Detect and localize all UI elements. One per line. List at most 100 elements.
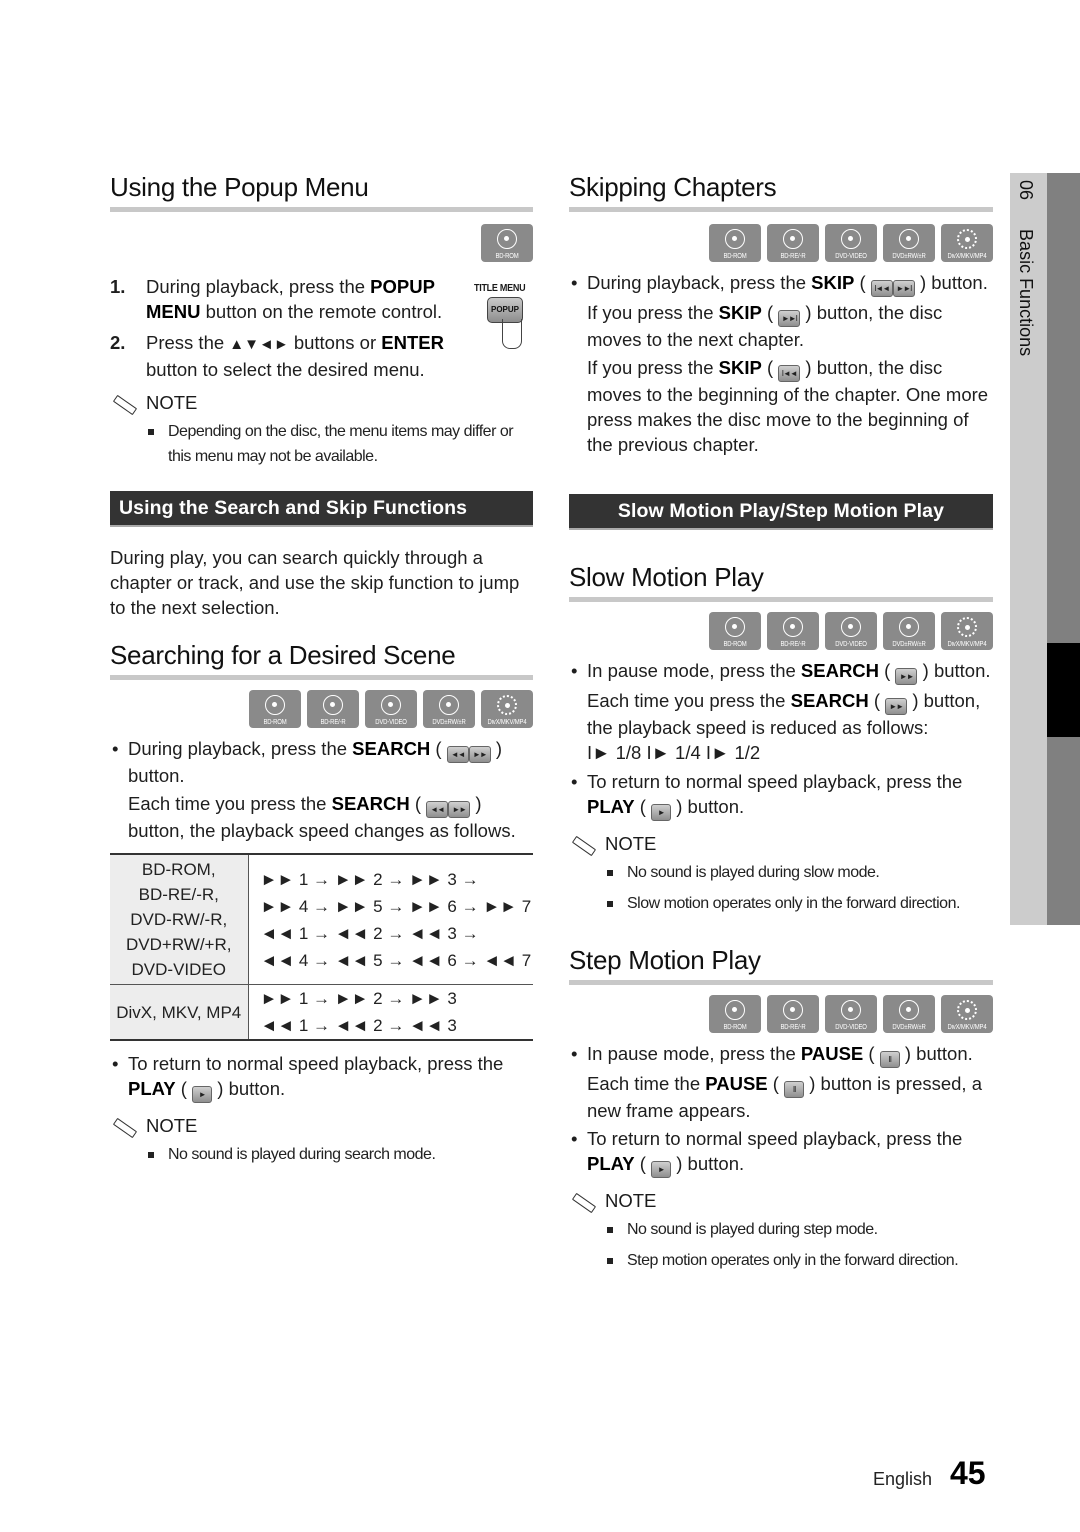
disc-badge-dvd-video: DVD-VIDEO <box>365 690 417 728</box>
disc-badge-dvd-rw: DVD±RW/±R <box>883 224 935 262</box>
step-disc-badges: BD-ROM BD-RE/-R DVD-VIDEO DVD±RW/±R DivX… <box>569 995 993 1033</box>
slow-step-section-bar: Slow Motion Play/Step Motion Play <box>569 494 993 530</box>
skip-prev-key-icon: I◄◄ <box>870 280 893 297</box>
disc-badge-divx: DivX/MKV/MP4 <box>941 612 993 650</box>
disc-badge-bd-re: BD-RE/-R <box>767 995 819 1033</box>
heading-rule <box>110 675 533 680</box>
disc-icon <box>725 1000 745 1020</box>
chapter-title: Basic Functions <box>1016 229 1036 357</box>
disc-badge-dvd-video: DVD-VIDEO <box>825 995 877 1033</box>
disc-badge-bd-rom: BD-ROM <box>249 690 301 728</box>
step-1: 1. During playback, press the POPUP MENU… <box>110 276 443 322</box>
disc-badge-dvd-rw: DVD±RW/±R <box>423 690 475 728</box>
disc-icon <box>841 229 861 249</box>
fast-forward-key-icon: ►► <box>895 668 918 685</box>
slow-para-2: Each time you press the SEARCH ( ►► ) bu… <box>569 688 993 765</box>
pencil-note-icon <box>569 835 595 853</box>
disc-badge-bd-rom: BD-ROM <box>709 995 761 1033</box>
note-heading: NOTE <box>110 1113 533 1138</box>
popup-button-icon: POPUP <box>487 297 523 323</box>
note-item: No sound is played during search mode. <box>110 1142 533 1167</box>
disc-icon <box>783 1000 803 1020</box>
disc-icon <box>783 229 803 249</box>
disc-icon <box>899 229 919 249</box>
popup-remote-figure: TITLE MENU POPUP <box>474 283 536 349</box>
fast-forward-key-icon: ►► <box>448 801 471 818</box>
pencil-note-icon <box>110 394 136 412</box>
popup-steps: 1. During playback, press the POPUP MENU… <box>110 274 460 382</box>
disc-badge-bd-re: BD-RE/-R <box>767 612 819 650</box>
search-scene-heading: Searching for a Desired Scene <box>110 640 456 670</box>
heading-rule <box>569 207 993 212</box>
fast-forward-key-icon: ►► <box>885 698 908 715</box>
note-item: Step motion operates only in the forward… <box>569 1248 993 1273</box>
play-key-icon: ► <box>192 1086 213 1103</box>
popup-disc-badges: BD-ROM <box>110 224 533 262</box>
step-return-bullet: To return to normal speed playback, pres… <box>569 1126 993 1178</box>
skip-para-next: If you press the SKIP ( ►►I ) button, th… <box>587 302 943 350</box>
slow-motion-heading: Slow Motion Play <box>569 562 764 592</box>
disc-badge-bd-rom: BD-ROM <box>481 224 533 262</box>
chapter-tab-marker <box>1047 643 1080 737</box>
step-para-2: Each time the PAUSE ( II ) button is pre… <box>587 1073 983 1121</box>
slow-disc-badges: BD-ROM BD-RE/-R DVD-VIDEO DVD±RW/±R DivX… <box>569 612 993 650</box>
disc-badge-dvd-rw: DVD±RW/±R <box>883 612 935 650</box>
disc-icon <box>381 695 401 715</box>
skip-prev-key-icon: I◄◄ <box>778 365 801 382</box>
disc-badge-divx: DivX/MKV/MP4 <box>941 224 993 262</box>
hand-pointer-icon <box>502 319 522 349</box>
disc-icon <box>725 617 745 637</box>
page-number: 45 <box>950 1455 986 1491</box>
format-cell: BD-ROM, BD-RE/-R, DVD-RW/-R, DVD+RW/+R, … <box>110 854 249 985</box>
pause-key-icon: II <box>784 1081 805 1098</box>
skip-para-prev: If you press the SKIP ( I◄◄ ) button, th… <box>587 357 989 455</box>
chapter-label: 06 Basic Functions <box>1015 180 1036 356</box>
note-item: No sound is played during step mode. <box>569 1217 993 1242</box>
disc-icon <box>841 1000 861 1020</box>
disc-icon <box>899 617 919 637</box>
film-reel-icon <box>957 1000 977 1020</box>
rewind-key-icon: ◄◄ <box>446 746 469 763</box>
speed-sequence-cell: ►► 1 → ►► 2 → ►► 3 ◄◄ 1 → ◄◄ 2 → ◄◄ 3 <box>248 984 533 1040</box>
title-menu-label: TITLE MENU <box>474 283 526 294</box>
heading-rule <box>569 597 993 602</box>
left-column: Using the Popup Menu BD-ROM 1. During pl… <box>110 170 533 1167</box>
search-bullet-1: During playback, press the SEARCH ( ◄◄►►… <box>110 736 533 788</box>
film-reel-icon <box>957 229 977 249</box>
skip-disc-badges: BD-ROM BD-RE/-R DVD-VIDEO DVD±RW/±R DivX… <box>569 224 993 262</box>
note-item: Slow motion operates only in the forward… <box>569 891 993 916</box>
table-row: BD-ROM, BD-RE/-R, DVD-RW/-R, DVD+RW/+R, … <box>110 854 533 985</box>
speed-sequence-cell: ►► 1 → ►► 2 → ►► 3 → ►► 4 → ►► 5 → ►► 6 … <box>260 869 532 970</box>
disc-icon <box>265 695 285 715</box>
disc-badge-bd-rom: BD-ROM <box>709 224 761 262</box>
search-return-bullet: To return to normal speed playback, pres… <box>110 1051 533 1103</box>
disc-icon <box>899 1000 919 1020</box>
disc-badge-bd-re: BD-RE/-R <box>307 690 359 728</box>
right-column: Skipping Chapters BD-ROM BD-RE/-R DVD-VI… <box>569 170 993 1273</box>
arrow-keys-icon: ▲▼◄► <box>229 336 289 353</box>
search-para-2: Each time you press the SEARCH ( ◄◄ ►► ) … <box>128 793 516 841</box>
table-row: DivX, MKV, MP4 ►► 1 → ►► 2 → ►► 3 ◄◄ 1 →… <box>110 984 533 1040</box>
rewind-key-icon: ◄◄ <box>426 801 449 818</box>
search-speed-table: BD-ROM, BD-RE/-R, DVD-RW/-R, DVD+RW/+R, … <box>110 853 533 1041</box>
skipping-chapters-heading: Skipping Chapters <box>569 172 777 202</box>
play-key-icon: ► <box>651 804 672 821</box>
search-disc-badges: BD-ROM BD-RE/-R DVD-VIDEO DVD±RW/±R DivX… <box>110 690 533 728</box>
heading-rule <box>569 980 993 985</box>
chapter-number: 06 <box>1016 180 1036 201</box>
note-heading: NOTE <box>569 831 993 856</box>
chapter-tab-dark <box>1047 173 1080 925</box>
step-bullet-1: In pause mode, press the PAUSE ( II ) bu… <box>569 1041 993 1068</box>
note-item: No sound is played during slow mode. <box>569 860 993 885</box>
note-item: Depending on the disc, the menu items ma… <box>110 419 533 469</box>
search-skip-intro: During play, you can search quickly thro… <box>110 547 520 618</box>
popup-menu-heading: Using the Popup Menu <box>110 172 369 202</box>
disc-badge-divx: DivX/MKV/MP4 <box>481 690 533 728</box>
disc-icon <box>783 617 803 637</box>
disc-icon <box>497 229 517 249</box>
note-heading: NOTE <box>569 1188 993 1213</box>
disc-badge-dvd-video: DVD-VIDEO <box>825 612 877 650</box>
step-motion-heading: Step Motion Play <box>569 945 761 975</box>
skip-next-key-icon: ►►I <box>892 280 915 297</box>
step-2: 2. Press the ▲▼◄► buttons or ENTER butto… <box>110 332 444 380</box>
